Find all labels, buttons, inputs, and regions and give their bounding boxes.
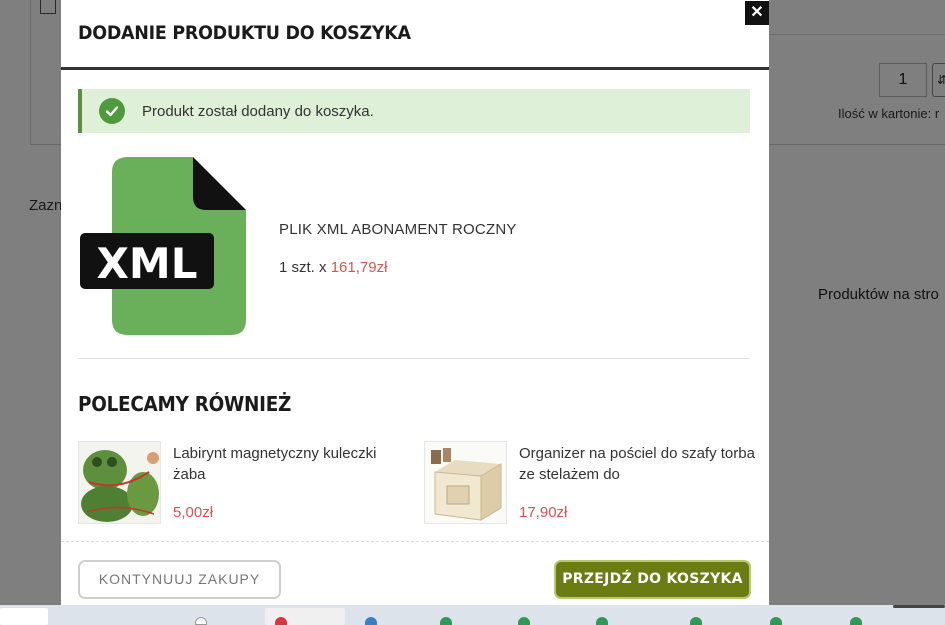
recommended-title: POLECAMY RÓWNIEŻ xyxy=(78,392,292,416)
section-divider xyxy=(78,358,750,359)
product-quantity: 1 szt. x xyxy=(279,259,331,276)
app-icon[interactable] xyxy=(596,617,608,625)
modal-title: DODANIE PRODUKTU DO KOSZYKA xyxy=(78,22,411,44)
product-price: 161,79zł xyxy=(330,259,388,276)
product-quantity-line: 1 szt. x 161,79zł xyxy=(279,259,387,276)
app-icon[interactable] xyxy=(440,617,452,625)
recommended-item-name[interactable]: Labirynt magnetyczny kuleczki żaba xyxy=(173,443,413,485)
taskbar xyxy=(0,605,945,625)
success-alert: Produkt został dodany do koszyka. xyxy=(78,89,750,133)
app-icon[interactable] xyxy=(195,617,207,625)
product-name: PLIK XML ABONAMENT ROCZNY xyxy=(279,221,517,238)
recommended-item-image[interactable] xyxy=(78,441,161,524)
modal-header: DODANIE PRODUKTU DO KOSZYKA xyxy=(61,0,769,70)
recommended-item-name[interactable]: Organizer na pościel do szafy torba ze s… xyxy=(519,443,759,485)
footer-separator xyxy=(61,541,769,542)
app-icon[interactable] xyxy=(770,617,782,625)
continue-shopping-button[interactable]: KONTYNUUJ ZAKUPY xyxy=(78,560,281,599)
taskbar-slot[interactable] xyxy=(0,608,48,625)
success-message: Produkt został dodany do koszyka. xyxy=(142,102,374,120)
xml-icon-label: XML xyxy=(97,239,198,288)
app-icon[interactable] xyxy=(365,617,377,625)
check-circle-icon xyxy=(99,98,125,124)
recommended-item-price: 17,90zł xyxy=(519,504,568,521)
go-to-cart-button[interactable]: PRZEJDŹ DO KOSZYKA xyxy=(554,560,751,599)
app-icon[interactable] xyxy=(850,617,862,625)
recommended-item-price: 5,00zł xyxy=(173,504,214,521)
browser-icon[interactable] xyxy=(275,617,287,625)
app-icon[interactable] xyxy=(518,617,530,625)
recommended-item[interactable]: Organizer na pościel do szafy torba ze s… xyxy=(424,441,755,526)
xml-file-icon: XML xyxy=(78,155,250,337)
recommended-item-image[interactable] xyxy=(424,441,507,524)
recommended-item[interactable]: Labirynt magnetyczny kuleczki żaba 5,00z… xyxy=(78,441,398,526)
close-icon[interactable]: ✕ xyxy=(745,1,769,25)
add-to-cart-modal: DODANIE PRODUKTU DO KOSZYKA Produkt zost… xyxy=(61,0,769,605)
taskbar-active-indicator xyxy=(893,605,945,608)
app-icon[interactable] xyxy=(690,617,702,625)
